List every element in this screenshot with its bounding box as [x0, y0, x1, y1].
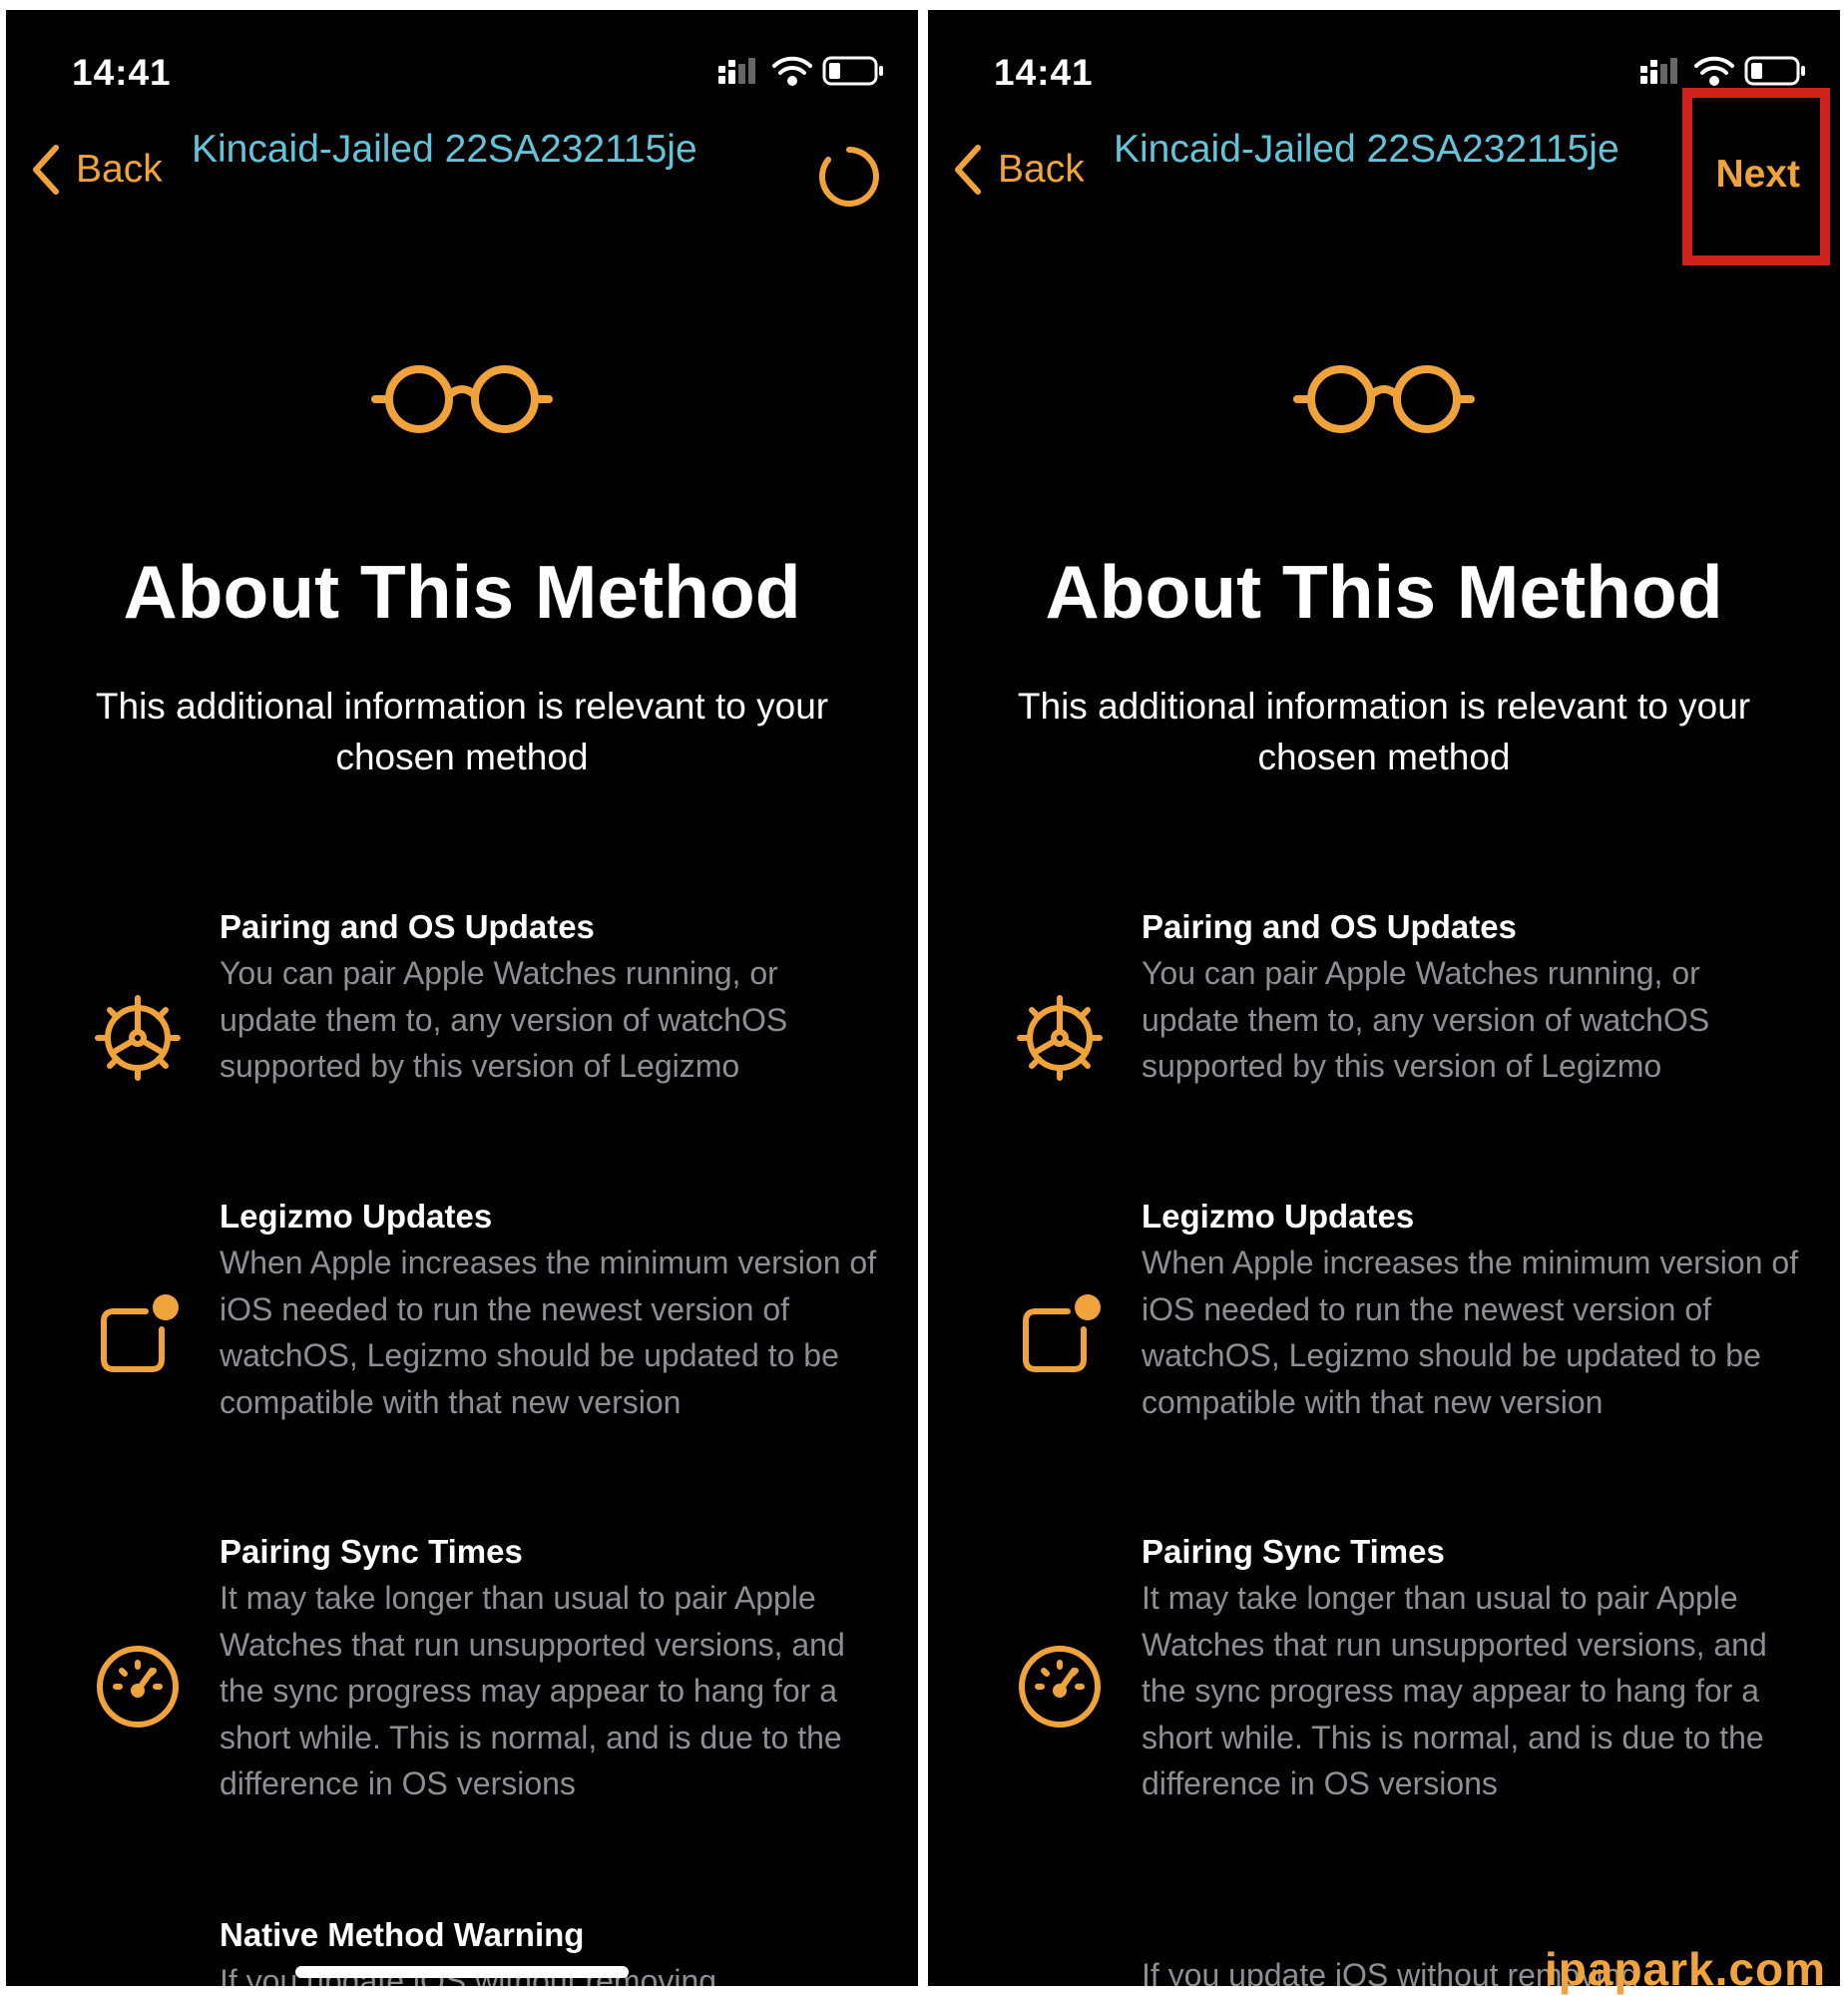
glasses-icon: [1293, 365, 1475, 433]
feature-pairing-os-updates: Pairing and OS Updates You can pair Appl…: [6, 908, 918, 1148]
page-subtitle: This additional information is relevant …: [95, 686, 829, 777]
back-label: Back: [76, 148, 163, 191]
feature-body: When Apple increases the minimum version…: [1142, 1245, 1799, 1420]
status-time: 14:41: [72, 52, 172, 93]
back-button[interactable]: Back: [950, 140, 1085, 200]
feature-title: Pairing Sync Times: [220, 1533, 523, 1570]
app-badge-icon: [1023, 1294, 1101, 1372]
page-title: About This Method: [1045, 550, 1723, 634]
loading-spinner-icon: [819, 147, 879, 207]
cellular-signal-icon: [718, 58, 755, 84]
status-icons: [718, 56, 883, 86]
back-button[interactable]: Back: [28, 140, 163, 200]
feature-title: Native Method Warning: [220, 1916, 585, 1953]
speedometer-icon: [97, 1646, 179, 1728]
status-time: 14:41: [994, 52, 1094, 93]
phone-screen-right: 14:41 Back Kincaid-Jailed 22SA232115je N…: [928, 10, 1840, 1986]
feature-title: Legizmo Updates: [1142, 1198, 1415, 1235]
feature-title: Pairing and OS Updates: [1142, 908, 1517, 945]
feature-body: It may take longer than usual to pair Ap…: [1142, 1580, 1767, 1801]
feature-pairing-sync-times: Pairing Sync Times It may take longer th…: [928, 1533, 1840, 1850]
nav-title: Kincaid-Jailed 22SA232115je: [192, 128, 697, 171]
feature-title: Pairing and OS Updates: [220, 908, 595, 945]
phone-screen-left: 14:41 Back Kincaid-Jailed 22SA232115je A: [6, 10, 918, 1986]
chevron-left-icon: [955, 145, 981, 195]
gear-icon: [95, 995, 181, 1081]
watermark: ipapark.com: [1545, 1943, 1826, 1995]
nav-title: Kincaid-Jailed 22SA232115je: [1114, 128, 1619, 171]
feature-pairing-os-updates: Pairing and OS Updates You can pair Appl…: [928, 908, 1840, 1148]
battery-icon: [822, 56, 883, 86]
feature-title: Legizmo Updates: [220, 1198, 493, 1235]
app-badge-icon: [101, 1294, 179, 1372]
feature-body: When Apple increases the minimum version…: [220, 1245, 877, 1420]
home-indicator[interactable]: [295, 1966, 629, 1978]
back-label: Back: [998, 148, 1085, 191]
feature-body: You can pair Apple Watches running, or u…: [220, 955, 788, 1084]
feature-legizmo-updates: Legizmo Updates When Apple increases the…: [6, 1198, 918, 1497]
cellular-signal-icon: [1640, 58, 1677, 84]
feature-body: It may take longer than usual to pair Ap…: [220, 1580, 845, 1801]
feature-title: Pairing Sync Times: [1142, 1533, 1445, 1570]
feature-pairing-sync-times: Pairing Sync Times It may take longer th…: [6, 1533, 918, 1892]
battery-icon: [1744, 56, 1805, 86]
speedometer-icon: [1019, 1646, 1101, 1728]
page-subtitle: This additional information is relevant …: [1017, 686, 1751, 777]
feature-body: You can pair Apple Watches running, or u…: [1142, 955, 1710, 1084]
wifi-icon: [772, 56, 812, 86]
next-button-highlight: [1682, 88, 1830, 265]
wifi-icon: [1694, 56, 1734, 86]
page-title: About This Method: [123, 550, 801, 634]
glasses-icon: [371, 365, 553, 433]
gear-icon: [1017, 995, 1103, 1081]
feature-legizmo-updates: Legizmo Updates When Apple increases the…: [928, 1198, 1840, 1497]
chevron-left-icon: [33, 145, 59, 195]
